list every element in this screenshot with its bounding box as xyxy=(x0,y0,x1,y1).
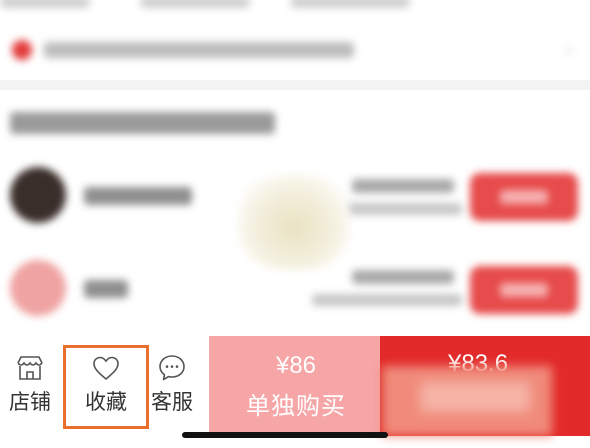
blurred-group-title xyxy=(10,112,275,134)
chevron-right-icon: › xyxy=(566,40,572,60)
home-indicator xyxy=(182,432,388,438)
blurred-group-time xyxy=(340,203,462,215)
blurred-notice-text xyxy=(44,42,354,58)
chat-icon xyxy=(159,355,185,381)
blur-overlay xyxy=(420,382,530,412)
section-divider xyxy=(0,80,590,90)
blurred-group-meta xyxy=(352,179,454,193)
avatar xyxy=(10,260,66,316)
join-group-button[interactable] xyxy=(470,173,578,221)
buy-single-label: 单独购买 xyxy=(246,393,346,420)
join-group-button[interactable] xyxy=(470,266,578,314)
blurred-user-name xyxy=(84,187,192,205)
customer-service-label: 客服 xyxy=(151,391,193,414)
store-icon xyxy=(17,356,43,380)
blurred-group-time xyxy=(312,294,462,306)
blurred-group-meta xyxy=(352,270,454,284)
buy-single-button[interactable]: ¥86 单独购买 xyxy=(209,336,383,432)
avatar xyxy=(10,167,66,223)
group-buy-button[interactable]: ¥83.6 xyxy=(380,336,590,436)
blurred-user-name xyxy=(84,280,128,298)
product-image xyxy=(238,174,350,270)
single-price: ¥86 xyxy=(275,352,317,379)
blurred-notice-bar[interactable]: › xyxy=(0,28,590,72)
shop-button[interactable]: 店铺 xyxy=(0,352,60,416)
highlight-box xyxy=(63,345,149,429)
blurred-top-strip xyxy=(0,0,590,14)
notice-dot-icon xyxy=(12,40,32,60)
shop-label: 店铺 xyxy=(9,391,51,414)
customer-service-button[interactable]: 客服 xyxy=(142,352,202,416)
